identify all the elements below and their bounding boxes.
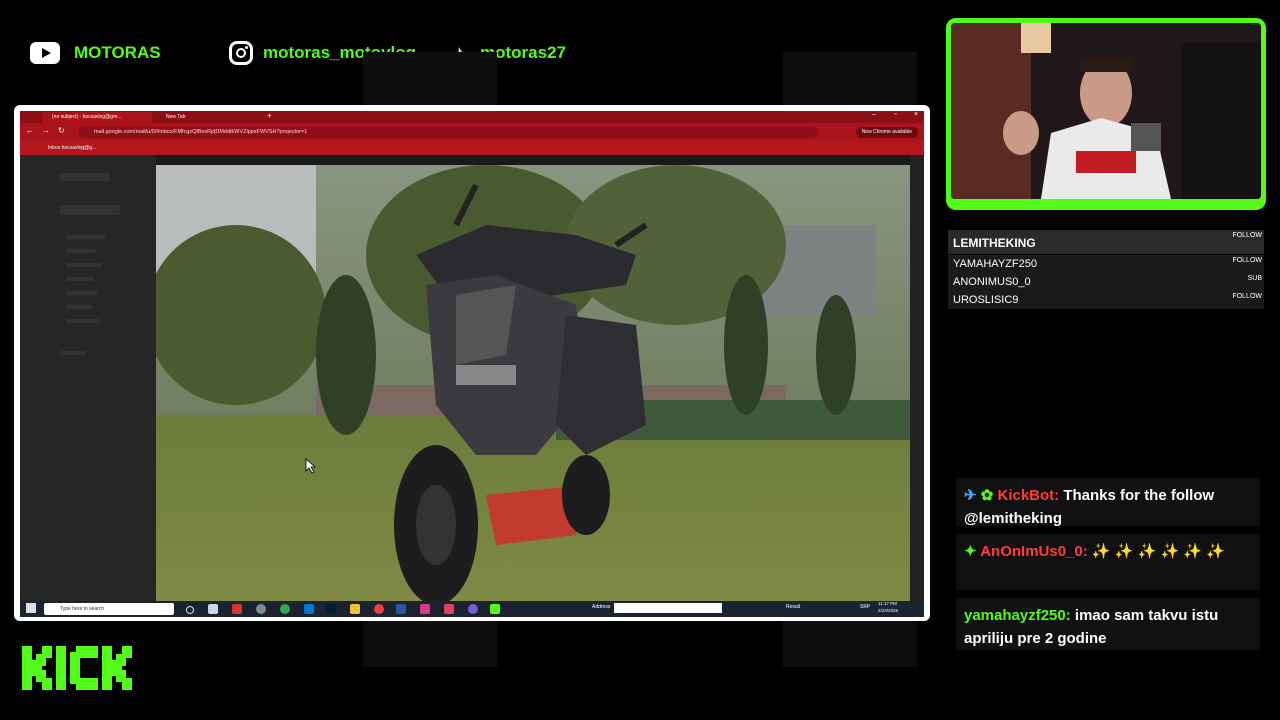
emote-icon: ✨ <box>1206 543 1225 560</box>
tab-new[interactable]: New Tab <box>156 112 256 123</box>
file-explorer-icon[interactable] <box>350 604 360 614</box>
sidebar-item[interactable] <box>66 249 96 253</box>
kick-logo-icon <box>22 646 132 690</box>
compose-button[interactable] <box>60 205 120 215</box>
weather-result[interactable]: Result <box>786 604 800 610</box>
app-icon[interactable] <box>468 604 478 614</box>
sidebar-item[interactable] <box>66 319 100 323</box>
youtube-handle: MOTORAS <box>74 43 161 62</box>
sidebar-item-inbox[interactable] <box>66 235 106 239</box>
event-row: UROSLISIC9 FOLLOW <box>948 291 1264 309</box>
gmail-logo <box>60 173 110 181</box>
language-indicator[interactable]: SRP <box>860 604 870 610</box>
emote-icon: ✨ <box>1091 543 1111 560</box>
chat-overlay: ✈ ✿ KickBot: Thanks for the follow @lemi… <box>948 470 1264 680</box>
bot-badge-icon: ✿ <box>980 487 994 504</box>
app-icon[interactable] <box>256 604 266 614</box>
moderator-badge-icon: ✈ <box>964 487 977 504</box>
chat-message: ✦ AnOnImUs0_0: ✨ ✨ ✨ ✨ ✨ ✨ <box>956 534 1260 590</box>
clock-date[interactable]: 2/23/2025 <box>878 608 898 613</box>
chat-username: yamahayzf250: <box>964 607 1071 624</box>
bookmarks-bar[interactable]: Inbox hocsavlog@g... <box>20 141 924 155</box>
kick-logo <box>22 646 146 695</box>
event-row: YAMAHAYZF250 FOLLOW <box>948 255 1264 273</box>
attachment-photo-scooter <box>156 165 910 601</box>
scooter-photo <box>156 165 910 601</box>
close-icon[interactable]: × <box>914 111 918 118</box>
labels-heading <box>60 351 86 355</box>
new-chrome-button[interactable]: New Chrome available <box>855 127 918 138</box>
cortana-icon[interactable] <box>186 606 194 614</box>
webcam-feed <box>951 23 1261 199</box>
chrome-icon[interactable] <box>374 604 384 614</box>
sidebar-item[interactable] <box>66 263 102 267</box>
forward-icon[interactable]: → <box>42 126 50 135</box>
event-username: ANONIMUS0_0 <box>953 276 1031 288</box>
taskbar-search-input[interactable]: Type here to search <box>44 603 174 615</box>
tab-label: New Tab <box>166 114 186 120</box>
maximize-icon[interactable]: ▫ <box>894 111 896 118</box>
task-view-icon[interactable] <box>208 604 218 614</box>
sidebar-item[interactable] <box>66 305 92 309</box>
sidebar-item[interactable] <box>66 277 94 281</box>
emote-icon: ✨ <box>1160 543 1180 560</box>
tab-gmail[interactable]: (no subject) - hocsavlog@gm... <box>42 112 152 123</box>
back-icon[interactable]: ← <box>26 126 34 135</box>
gmail-sidebar <box>20 155 156 601</box>
event-type: FOLLOW <box>1232 257 1262 264</box>
chat-message: ✈ ✿ KickBot: Thanks for the follow @lemi… <box>956 478 1260 527</box>
edge-icon[interactable] <box>304 604 314 614</box>
browser-toolbar: ← → ↻ mail.google.com/mail/u/0/#inbox/FM… <box>20 123 924 141</box>
streamer-webcam-image <box>951 23 1261 199</box>
event-username: YAMAHAYZF250 <box>953 258 1037 270</box>
address-label: Address <box>592 604 611 610</box>
chat-username: AnOnImUs0_0: <box>980 543 1088 560</box>
chat-message: yamahayzf250: imao sam takvu istu aprili… <box>956 598 1260 650</box>
clock-time[interactable]: 11:17 PM <box>878 601 897 606</box>
chrome-icon[interactable] <box>280 604 290 614</box>
kick-app-icon[interactable] <box>490 604 500 614</box>
emote-icon: ✨ <box>1183 543 1203 560</box>
viewer-scrollbar[interactable] <box>910 155 924 601</box>
photoshop-icon[interactable] <box>326 604 336 614</box>
instagram-icon <box>229 41 253 65</box>
event-username: LEMITHEKING <box>953 236 1036 250</box>
acrobat-icon[interactable] <box>232 604 242 614</box>
app-icon[interactable] <box>420 604 430 614</box>
event-username: UROSLISIC9 <box>953 294 1019 306</box>
new-tab-icon[interactable]: + <box>267 111 272 120</box>
event-row: LEMITHEKING FOLLOW <box>948 230 1264 254</box>
windows-start-icon[interactable] <box>26 603 36 613</box>
app-icon[interactable] <box>444 604 454 614</box>
address-toolbar-input[interactable] <box>614 603 722 613</box>
youtube-social: MOTORAS <box>30 38 161 68</box>
event-row: ANONIMUS0_0 SUB <box>948 273 1264 291</box>
chat-username: KickBot: <box>997 487 1060 504</box>
reload-icon[interactable]: ↻ <box>58 126 65 135</box>
youtube-icon <box>30 42 60 64</box>
address-bar[interactable]: mail.google.com/mail/u/0/#inbox/FMfcgzQf… <box>78 127 818 138</box>
event-type: FOLLOW <box>1232 232 1262 239</box>
sidebar-item[interactable] <box>66 291 98 295</box>
recent-events-panel: LEMITHEKING FOLLOW YAMAHAYZF250 FOLLOW A… <box>948 228 1264 310</box>
word-icon[interactable] <box>396 604 406 614</box>
event-type: SUB <box>1247 275 1262 282</box>
browser-tab-strip: (no subject) - hocsavlog@gm... New Tab +… <box>20 111 924 123</box>
sub-badge-icon: ✦ <box>964 543 977 560</box>
minimize-icon[interactable]: – <box>872 111 876 118</box>
tab-label: (no subject) - hocsavlog@gm... <box>52 114 122 120</box>
event-type: FOLLOW <box>1232 293 1262 300</box>
emote-icon: ✨ <box>1137 543 1157 560</box>
emote-icon: ✨ <box>1114 543 1134 560</box>
screen-capture: (no subject) - hocsavlog@gm... New Tab +… <box>20 111 924 617</box>
windows-taskbar: Type here to search Address Result SRP 1… <box>20 601 924 617</box>
